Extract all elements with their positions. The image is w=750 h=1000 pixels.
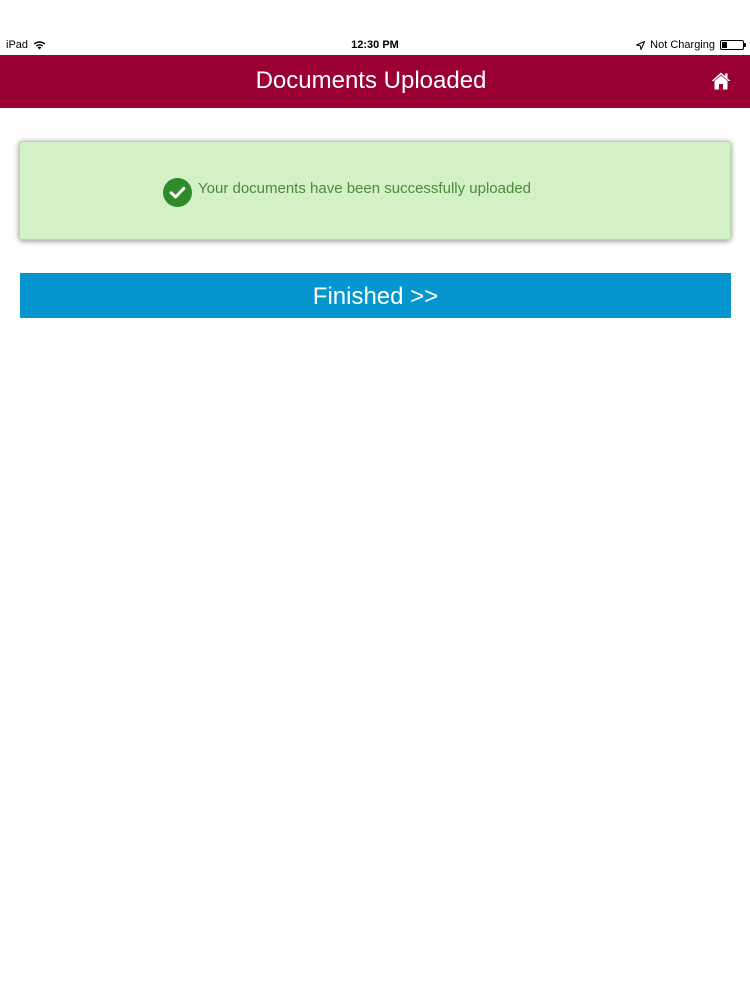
status-bar: iPad 12:30 PM Not Charging [0, 36, 750, 55]
battery-level-fill [722, 42, 727, 48]
page-title: Documents Uploaded [255, 67, 487, 94]
success-alert: Your documents have been successfully up… [19, 141, 731, 240]
finished-button[interactable]: Finished >> [20, 273, 731, 318]
battery-status: Not Charging [650, 39, 715, 51]
check-circle-icon [163, 178, 192, 207]
location-icon [635, 40, 646, 51]
status-bar-right: Not Charging [635, 39, 746, 51]
alert-message: Your documents have been successfully up… [198, 180, 532, 197]
alert-content: Your documents have been successfully up… [163, 178, 531, 207]
battery-icon [720, 40, 746, 50]
app-header: Documents Uploaded [0, 55, 750, 108]
home-icon [710, 72, 732, 95]
home-button[interactable] [710, 71, 732, 91]
